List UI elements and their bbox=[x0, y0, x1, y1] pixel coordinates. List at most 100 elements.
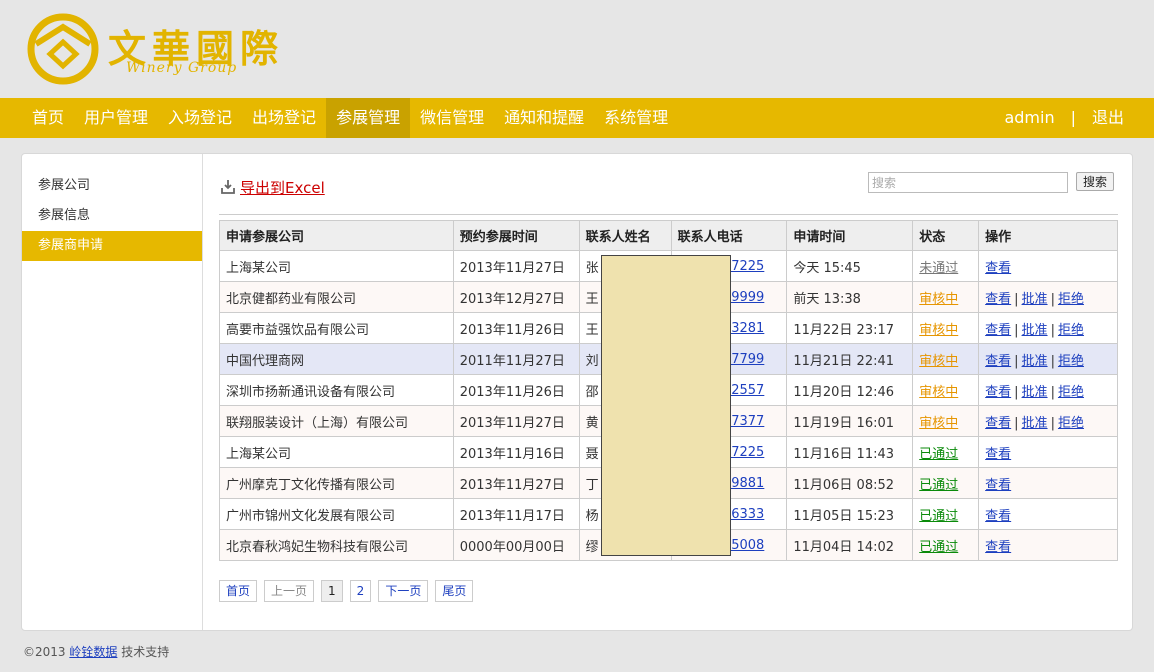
cell-booking-date: 2013年11月26日 bbox=[452, 374, 580, 406]
cell-company: 中国代理商网 bbox=[219, 343, 454, 375]
status-badge[interactable]: 审核中 bbox=[919, 385, 958, 400]
nav-user-area: admin | 退出 bbox=[990, 98, 1124, 138]
search-bar: 搜索 bbox=[867, 172, 1114, 193]
status-badge[interactable]: 已通过 bbox=[919, 540, 958, 555]
nav-item[interactable]: 首页 bbox=[22, 98, 74, 138]
cell-applied-time: 11月06日 08:52 bbox=[786, 467, 914, 499]
column-header: 申请时间 bbox=[786, 220, 914, 251]
pager-page[interactable]: 2 bbox=[349, 580, 372, 602]
cell-company: 上海某公司 bbox=[219, 436, 454, 468]
nav-item[interactable]: 入场登记 bbox=[158, 98, 242, 138]
view-link[interactable]: 查看 bbox=[985, 416, 1011, 431]
cell-booking-date: 2013年11月16日 bbox=[452, 436, 580, 468]
column-header: 申请参展公司 bbox=[219, 220, 454, 251]
reject-link[interactable]: 拒绝 bbox=[1058, 323, 1084, 338]
approve-link[interactable]: 批准 bbox=[1022, 292, 1048, 307]
view-link[interactable]: 查看 bbox=[985, 323, 1011, 338]
action-separator: | bbox=[1050, 415, 1055, 431]
nav-item[interactable]: 系统管理 bbox=[594, 98, 678, 138]
status-badge[interactable]: 审核中 bbox=[919, 323, 958, 338]
logo[interactable]: 文華國際 Winery Group bbox=[26, 12, 278, 86]
cell-applied-time: 11月16日 11:43 bbox=[786, 436, 914, 468]
nav-item[interactable]: 出场登记 bbox=[242, 98, 326, 138]
cell-status: 审核中 bbox=[912, 374, 980, 406]
cell-applied-time: 今天 15:45 bbox=[786, 250, 914, 282]
footer-company-link[interactable]: 岭铨数据 bbox=[69, 645, 117, 659]
reject-link[interactable]: 拒绝 bbox=[1058, 292, 1084, 307]
cell-company: 北京春秋鸿妃生物科技有限公司 bbox=[219, 529, 454, 561]
cell-booking-date: 2013年11月27日 bbox=[452, 405, 580, 437]
column-header: 联系人电话 bbox=[670, 220, 788, 251]
column-header: 联系人姓名 bbox=[578, 220, 672, 251]
pagination: 首页 上一页 1 2 下一页 尾页 bbox=[219, 580, 480, 602]
pager-page[interactable]: 1 bbox=[321, 580, 343, 602]
sidebar-item[interactable]: 参展信息 bbox=[22, 201, 202, 231]
cell-status: 已通过 bbox=[912, 498, 980, 530]
cell-actions: 查看 bbox=[978, 498, 1118, 530]
cell-status: 审核中 bbox=[912, 405, 980, 437]
cell-applied-time: 前天 13:38 bbox=[786, 281, 914, 313]
cell-actions: 查看 | 批准 | 拒绝 bbox=[978, 343, 1118, 375]
status-badge[interactable]: 审核中 bbox=[919, 416, 958, 431]
cell-booking-date: 2013年11月26日 bbox=[452, 312, 580, 344]
nav-item[interactable]: 通知和提醒 bbox=[494, 98, 594, 138]
status-badge[interactable]: 已通过 bbox=[919, 447, 958, 462]
download-icon[interactable] bbox=[220, 179, 236, 195]
search-button[interactable]: 搜索 bbox=[1075, 172, 1114, 191]
view-link[interactable]: 查看 bbox=[985, 540, 1011, 555]
approve-link[interactable]: 批准 bbox=[1022, 323, 1048, 338]
sidebar-item[interactable]: 参展公司 bbox=[22, 171, 202, 201]
status-badge[interactable]: 已通过 bbox=[919, 478, 958, 493]
view-link[interactable]: 查看 bbox=[985, 509, 1011, 524]
action-separator: | bbox=[1014, 322, 1019, 338]
cell-actions: 查看 bbox=[978, 529, 1118, 561]
export-excel-link[interactable]: 导出到Excel bbox=[240, 177, 325, 198]
status-badge[interactable]: 审核中 bbox=[919, 292, 958, 307]
column-header: 状态 bbox=[912, 220, 980, 251]
pager-prev[interactable]: 上一页 bbox=[264, 580, 315, 602]
footer-copyright: ©2013 bbox=[23, 645, 66, 659]
approve-link[interactable]: 批准 bbox=[1022, 385, 1048, 400]
reject-link[interactable]: 拒绝 bbox=[1058, 385, 1084, 400]
cell-company: 联翔服装设计（上海）有限公司 bbox=[219, 405, 454, 437]
reject-link[interactable]: 拒绝 bbox=[1058, 416, 1084, 431]
cell-booking-date: 2013年11月27日 bbox=[452, 467, 580, 499]
cell-company: 北京健都药业有限公司 bbox=[219, 281, 454, 313]
cell-company: 广州摩克丁文化传播有限公司 bbox=[219, 467, 454, 499]
status-badge[interactable]: 审核中 bbox=[919, 354, 958, 369]
search-input[interactable] bbox=[867, 172, 1068, 193]
cell-actions: 查看 bbox=[978, 467, 1118, 499]
view-link[interactable]: 查看 bbox=[985, 261, 1011, 276]
cell-actions: 查看 | 批准 | 拒绝 bbox=[978, 374, 1118, 406]
view-link[interactable]: 查看 bbox=[985, 292, 1011, 307]
action-separator: | bbox=[1050, 291, 1055, 307]
logout-link[interactable]: 退出 bbox=[1092, 98, 1124, 138]
pager-next[interactable]: 下一页 bbox=[378, 580, 429, 602]
action-separator: | bbox=[1014, 384, 1019, 400]
nav-username[interactable]: admin bbox=[1004, 98, 1054, 138]
status-badge[interactable]: 已通过 bbox=[919, 509, 958, 524]
action-separator: | bbox=[1050, 322, 1055, 338]
view-link[interactable]: 查看 bbox=[985, 354, 1011, 369]
sidebar-item[interactable]: 参展商申请 bbox=[22, 231, 202, 261]
nav-item[interactable]: 参展管理 bbox=[326, 98, 411, 138]
nav-item[interactable]: 用户管理 bbox=[74, 98, 158, 138]
nav-item[interactable]: 微信管理 bbox=[410, 98, 494, 138]
action-separator: | bbox=[1014, 291, 1019, 307]
nav-divider: | bbox=[1070, 108, 1076, 127]
view-link[interactable]: 查看 bbox=[985, 478, 1011, 493]
cell-booking-date: 2011年11月27日 bbox=[452, 343, 580, 375]
view-link[interactable]: 查看 bbox=[985, 447, 1011, 462]
pager-first[interactable]: 首页 bbox=[219, 580, 258, 602]
view-link[interactable]: 查看 bbox=[985, 385, 1011, 400]
pager-last[interactable]: 尾页 bbox=[435, 580, 474, 602]
main-nav: 首页 用户管理 入场登记 出场登记 参展管理 微信管理 通知和提醒 系统管理 admin | … bbox=[0, 98, 1154, 138]
cell-company: 广州市锦州文化发展有限公司 bbox=[219, 498, 454, 530]
status-badge[interactable]: 未通过 bbox=[919, 261, 958, 276]
cell-booking-date: 0000年00月00日 bbox=[452, 529, 580, 561]
approve-link[interactable]: 批准 bbox=[1022, 416, 1048, 431]
reject-link[interactable]: 拒绝 bbox=[1058, 354, 1084, 369]
approve-link[interactable]: 批准 bbox=[1022, 354, 1048, 369]
column-header: 操作 bbox=[978, 220, 1118, 251]
cell-status: 已通过 bbox=[912, 436, 980, 468]
